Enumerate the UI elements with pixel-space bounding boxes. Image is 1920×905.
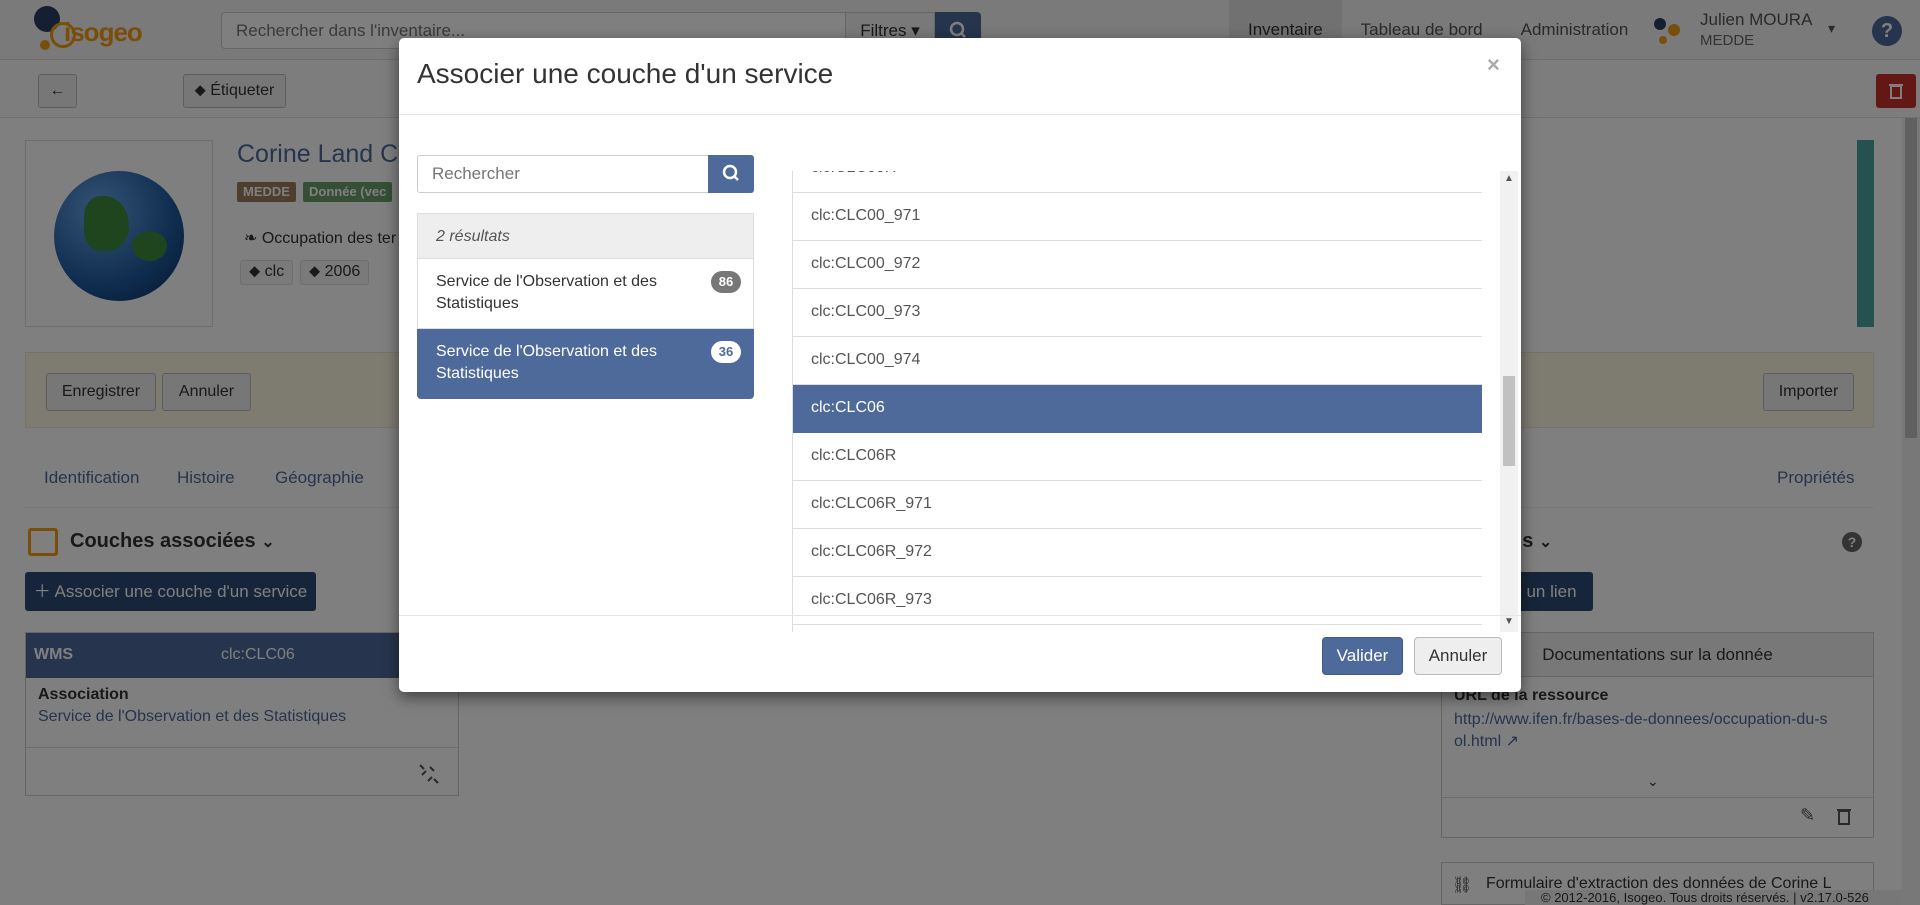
layer-item[interactable]: clc:CLC06R	[793, 433, 1482, 481]
service-name: Service de l'Observation et des Statisti…	[436, 343, 657, 382]
modal-header: Associer une couche d'un service ×	[399, 38, 1521, 115]
close-icon[interactable]: ×	[1487, 52, 1500, 78]
scroll-thumb[interactable]	[1503, 376, 1515, 466]
layer-item[interactable]: clc:CLC06R_971	[793, 481, 1482, 529]
layer-count-badge: 86	[711, 271, 741, 293]
service-search-button[interactable]	[708, 155, 754, 193]
service-search-input[interactable]	[417, 155, 708, 193]
layer-list[interactable]: clc:CLC00R clc:CLC00_971 clc:CLC00_972 c…	[792, 171, 1482, 632]
layer-item[interactable]: clc:CLC00_971	[793, 193, 1482, 241]
validate-button[interactable]: Valider	[1322, 637, 1403, 675]
layer-item[interactable]: clc:CLC06R_972	[793, 529, 1482, 577]
search-icon	[722, 164, 739, 181]
service-name: Service de l'Observation et des Statisti…	[436, 273, 657, 312]
service-item[interactable]: Service de l'Observation et des Statisti…	[417, 259, 754, 329]
scroll-up-icon[interactable]: ▲	[1503, 173, 1515, 187]
layer-item-selected[interactable]: clc:CLC06	[793, 385, 1482, 433]
associate-layer-modal: Associer une couche d'un service × 2 rés…	[399, 38, 1521, 692]
layer-item[interactable]: clc:CLC00R	[793, 171, 1482, 193]
layer-list-scrollbar[interactable]: ▲ ▼	[1500, 171, 1518, 632]
layer-item[interactable]: clc:CLC00_972	[793, 241, 1482, 289]
results-count: 2 résultats	[417, 213, 754, 259]
layer-item[interactable]: clc:CLC00_973	[793, 289, 1482, 337]
service-results: 2 résultats Service de l'Observation et …	[417, 213, 754, 399]
modal-cancel-button[interactable]: Annuler	[1414, 637, 1502, 675]
layer-item[interactable]: clc:CLC00_974	[793, 337, 1482, 385]
modal-body: 2 résultats Service de l'Observation et …	[399, 115, 1521, 652]
modal-footer: Valider Annuler	[399, 615, 1521, 692]
modal-title: Associer une couche d'un service	[417, 58, 834, 89]
service-search	[417, 155, 754, 193]
service-item-selected[interactable]: Service de l'Observation et des Statisti…	[417, 329, 754, 399]
layer-count-badge: 36	[711, 341, 741, 363]
